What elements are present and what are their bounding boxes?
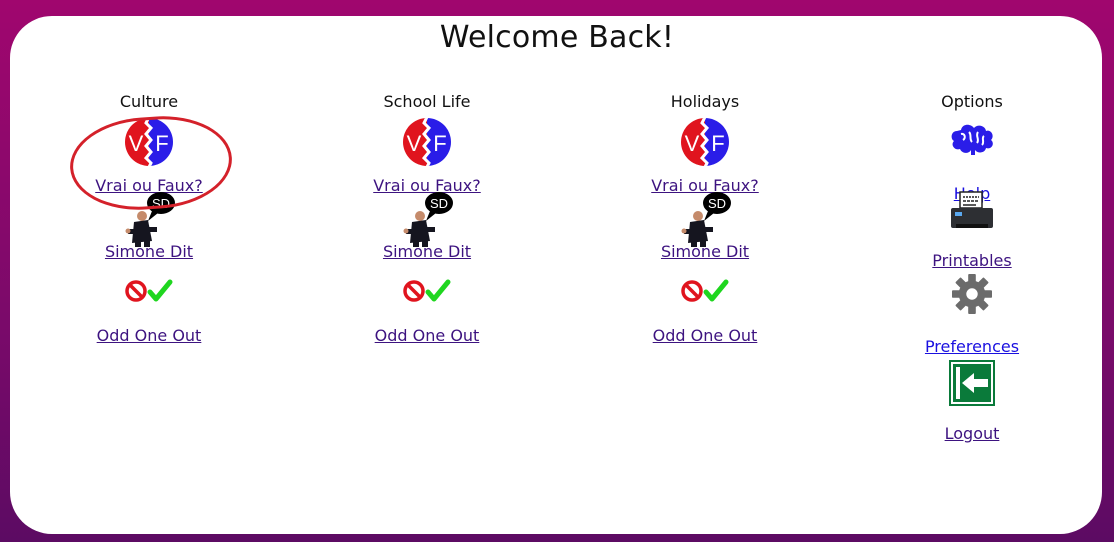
odd-one-out-icon[interactable] — [124, 276, 174, 306]
vrai-ou-faux-icon[interactable]: V F — [402, 117, 452, 167]
brain-help-icon[interactable] — [947, 119, 997, 163]
vrai-ou-faux-icon[interactable]: V F — [680, 117, 730, 167]
svg-text:SD: SD — [430, 196, 448, 211]
column-school-life: School Life V F Vrai ou Faux? SD Simone … — [327, 92, 527, 361]
option-item: Preferences — [872, 274, 1072, 361]
activity-item: Odd One Out — [327, 278, 527, 361]
odd-one-out-link[interactable]: Odd One Out — [49, 326, 249, 345]
option-item: Printables — [872, 191, 1072, 278]
odd-one-out-icon[interactable] — [402, 276, 452, 306]
svg-text:V: V — [407, 131, 422, 156]
activity-item: SD Simone Dit — [605, 192, 805, 278]
simone-dit-link[interactable]: Simone Dit — [49, 242, 249, 261]
option-item: Help — [872, 112, 1072, 203]
simone-dit-icon[interactable]: SD — [400, 189, 454, 247]
svg-text:V: V — [685, 131, 700, 156]
column-heading: Culture — [119, 92, 179, 111]
activity-item: SD Simone Dit — [327, 192, 527, 278]
exit-door-icon[interactable] — [948, 359, 996, 411]
odd-one-out-link[interactable]: Odd One Out — [605, 326, 805, 345]
column-holidays: Holidays V F Vrai ou Faux? SD Simone Dit — [605, 92, 805, 361]
printables-link[interactable]: Printables — [872, 251, 1072, 270]
activity-item: V F Vrai ou Faux? — [327, 112, 527, 195]
printer-icon[interactable] — [948, 190, 996, 236]
page-title: Welcome Back! — [439, 20, 675, 55]
preferences-link[interactable]: Preferences — [872, 337, 1072, 356]
logout-link[interactable]: Logout — [872, 424, 1072, 443]
activity-item: Odd One Out — [49, 278, 249, 361]
activity-item: Odd One Out — [605, 278, 805, 361]
option-item: Logout — [872, 359, 1072, 444]
svg-text:SD: SD — [708, 196, 726, 211]
simone-dit-icon[interactable]: SD — [678, 189, 732, 247]
column-options: Options Help Printables Preferences Logo… — [872, 92, 1072, 444]
svg-text:F: F — [711, 131, 724, 156]
odd-one-out-link[interactable]: Odd One Out — [327, 326, 527, 345]
gear-icon[interactable] — [952, 274, 992, 318]
simone-dit-link[interactable]: Simone Dit — [327, 242, 527, 261]
column-heading: School Life — [383, 92, 471, 111]
column-heading: Options — [941, 92, 1003, 111]
odd-one-out-icon[interactable] — [680, 276, 730, 306]
svg-text:F: F — [433, 131, 446, 156]
column-heading: Holidays — [670, 92, 740, 111]
activity-item: V F Vrai ou Faux? — [605, 112, 805, 195]
simone-dit-link[interactable]: Simone Dit — [605, 242, 805, 261]
